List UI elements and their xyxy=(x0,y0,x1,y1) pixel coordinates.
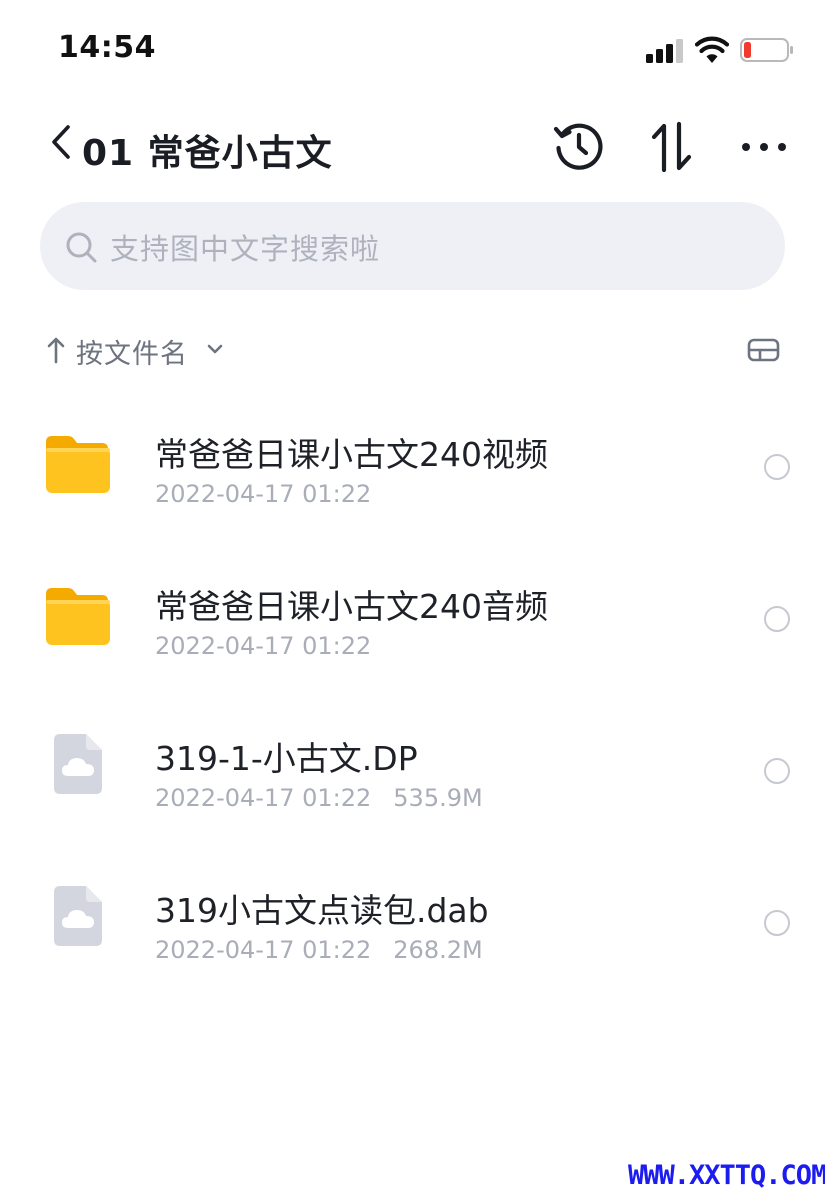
more-dots-icon[interactable] xyxy=(740,132,788,162)
status-time: 14:54 xyxy=(58,30,156,65)
cloud-file-icon xyxy=(54,886,102,946)
page-title: 01 常爸小古文 xyxy=(82,133,333,174)
file-size: 535.9M xyxy=(393,784,483,812)
arrow-up-icon[interactable] xyxy=(46,336,66,364)
battery-icon xyxy=(740,38,793,62)
file-meta: 2022-04-17 01:22 xyxy=(155,632,371,660)
file-list: 常爸爸日课小古文240视频 2022-04-17 01:22 常爸爸日课小古文2… xyxy=(0,390,825,998)
file-name: 319-1-小古文.DP xyxy=(155,739,418,778)
search-icon xyxy=(66,232,97,263)
search-input[interactable]: 支持图中文字搜索啦 xyxy=(40,202,785,290)
file-row-folder[interactable]: 常爸爸日课小古文240音频 2022-04-17 01:22 xyxy=(0,542,825,694)
file-row-file[interactable]: 319小古文点读包.dab 2022-04-17 01:22 268.2M xyxy=(0,846,825,998)
file-meta: 2022-04-17 01:22 xyxy=(155,480,371,508)
file-date: 2022-04-17 01:22 xyxy=(155,784,372,812)
header: 01 常爸小古文 xyxy=(0,110,825,182)
search-placeholder: 支持图中文字搜索啦 xyxy=(110,232,381,266)
folder-icon xyxy=(46,436,110,493)
file-name: 常爸爸日课小古文240音频 xyxy=(155,587,548,626)
select-radio[interactable] xyxy=(764,606,790,632)
file-date: 2022-04-17 01:22 xyxy=(155,936,372,964)
file-row-folder[interactable]: 常爸爸日课小古文240视频 2022-04-17 01:22 xyxy=(0,390,825,542)
view-toggle-icon[interactable] xyxy=(747,336,780,364)
select-radio[interactable] xyxy=(764,910,790,936)
folder-icon xyxy=(46,588,110,645)
file-size: 268.2M xyxy=(393,936,483,964)
file-meta: 2022-04-17 01:22 268.2M xyxy=(155,936,483,964)
watermark: WWW.XXTTQ.COM xyxy=(628,1160,825,1191)
status-bar: 14:54 xyxy=(0,0,825,100)
sort-arrows-icon[interactable] xyxy=(646,120,696,174)
sort-by-name-button[interactable]: 按文件名 xyxy=(76,332,188,371)
wifi-icon xyxy=(695,36,729,63)
file-date: 2022-04-17 01:22 xyxy=(155,480,372,508)
select-radio[interactable] xyxy=(764,758,790,784)
cellular-signal-icon xyxy=(646,39,683,63)
chevron-left-icon[interactable] xyxy=(46,124,76,160)
file-meta: 2022-04-17 01:22 535.9M xyxy=(155,784,483,812)
sort-bar: 按文件名 xyxy=(0,330,825,370)
history-icon[interactable] xyxy=(553,120,605,172)
cloud-file-icon xyxy=(54,734,102,794)
select-radio[interactable] xyxy=(764,454,790,480)
file-name: 常爸爸日课小古文240视频 xyxy=(155,435,548,474)
file-row-file[interactable]: 319-1-小古文.DP 2022-04-17 01:22 535.9M xyxy=(0,694,825,846)
chevron-down-icon[interactable] xyxy=(206,342,224,356)
file-date: 2022-04-17 01:22 xyxy=(155,632,372,660)
file-name: 319小古文点读包.dab xyxy=(155,891,489,930)
